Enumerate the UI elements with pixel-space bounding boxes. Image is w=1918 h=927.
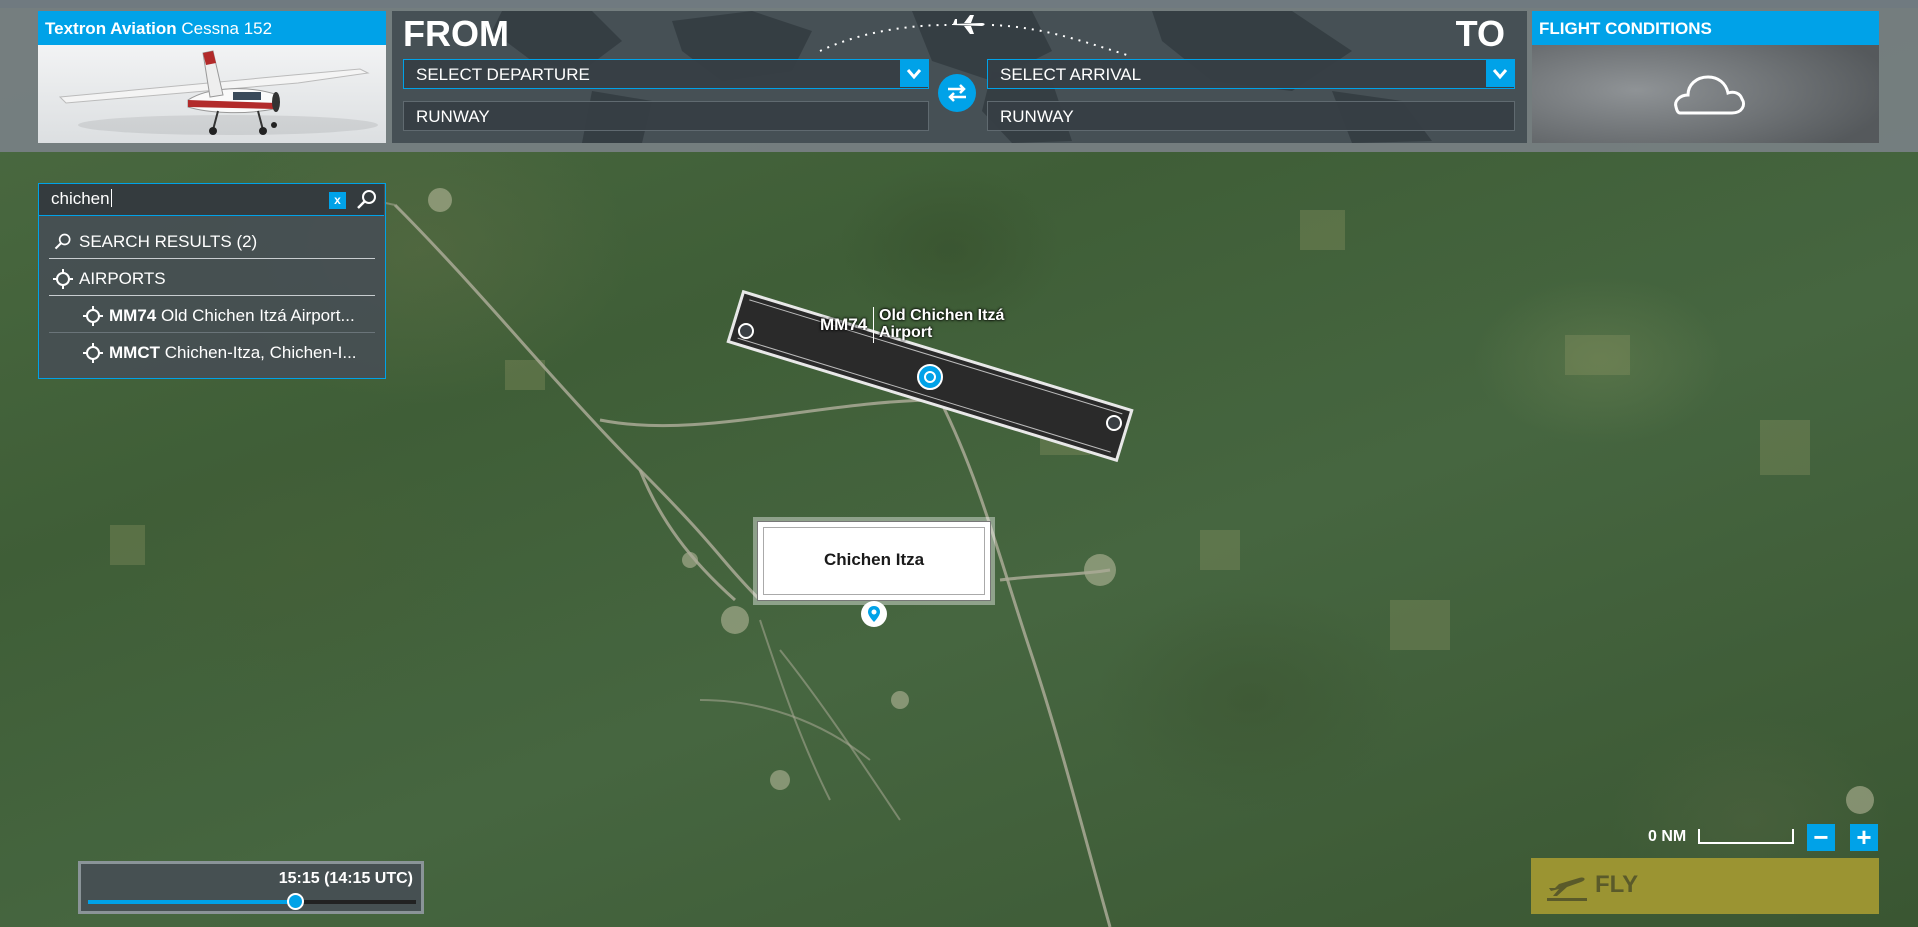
departure-select-label: SELECT DEPARTURE [416, 65, 590, 84]
time-of-day-panel: 15:15 (14:15 UTC) [78, 861, 424, 914]
location-pin-icon[interactable] [861, 601, 887, 627]
aircraft-image [38, 45, 386, 143]
flight-conditions-title: FLIGHT CONDITIONS [1532, 11, 1879, 45]
search-icon[interactable] [355, 188, 379, 212]
aircraft-title: Textron Aviation Cessna 152 [38, 11, 386, 45]
departure-runway-select[interactable]: RUNWAY [403, 101, 929, 131]
crosshair-icon [83, 306, 103, 326]
runway-end-marker [1106, 415, 1122, 431]
departure-runway-label: RUNWAY [416, 107, 490, 126]
airport-name: Chichen-Itza, Chichen-I... [164, 343, 357, 362]
to-label: TO [1455, 13, 1505, 54]
flight-conditions-card[interactable]: FLIGHT CONDITIONS [1532, 11, 1879, 143]
map-scale-label: 0 NM [1648, 828, 1687, 845]
time-slider-handle[interactable] [286, 893, 304, 910]
arrival-runway-label: RUNWAY [1000, 107, 1074, 126]
top-bar: Textron Aviation Cessna 152 FROM TO SELE… [0, 0, 1918, 152]
fly-button[interactable]: FLY [1531, 858, 1879, 914]
search-result-item[interactable]: MM74 Old Chichen Itzá Airport... [49, 297, 375, 333]
search-results-header: SEARCH RESULTS (2) [49, 223, 375, 259]
airports-category-label: AIRPORTS [79, 269, 166, 288]
airport-code: MMCT [109, 343, 160, 362]
time-readout: 15:15 (14:15 UTC) [278, 870, 413, 887]
swap-route-button[interactable] [938, 74, 976, 112]
runway-name-line1: Old Chichen Itzá [879, 307, 1005, 324]
search-result-item[interactable]: MMCT Chichen-Itza, Chichen-I... [49, 334, 375, 370]
search-icon [53, 232, 73, 252]
search-result-text: MMCT Chichen-Itza, Chichen-I... [109, 343, 369, 363]
time-slider[interactable] [88, 893, 416, 910]
zoom-out-button[interactable]: − [1807, 824, 1835, 851]
search-input[interactable]: chichen [51, 189, 112, 209]
clear-search-button[interactable]: x [329, 192, 346, 209]
aircraft-model: Cessna 152 [181, 19, 273, 38]
zoom-in-button[interactable]: + [1850, 824, 1878, 851]
from-label: FROM [403, 13, 509, 54]
search-panel: chichen x SEARCH RESULTS (2) AIRPORTS MM… [38, 183, 386, 379]
route-panel: FROM TO SELECT DEPARTURE RUNWAY SELECT A… [392, 11, 1527, 143]
chevron-down-icon[interactable] [900, 60, 928, 87]
aircraft-maker: Textron Aviation [45, 19, 177, 38]
arrival-select-label: SELECT ARRIVAL [1000, 65, 1142, 84]
top-stripe [0, 0, 1918, 8]
runway-code: MM74 [820, 315, 868, 334]
runway-end-marker [738, 323, 754, 339]
arrival-runway-select[interactable]: RUNWAY [987, 101, 1515, 131]
crosshair-icon [83, 343, 103, 363]
cloud-icon [1674, 75, 1746, 115]
departure-select[interactable]: SELECT DEPARTURE [403, 59, 929, 89]
time-slider-fill [88, 900, 295, 904]
runway-label-divider [873, 307, 874, 343]
crosshair-icon [53, 269, 73, 289]
search-field[interactable]: chichen x [39, 184, 384, 216]
fly-label: FLY [1595, 871, 1639, 898]
airports-category[interactable]: AIRPORTS [49, 260, 375, 296]
search-results-count: SEARCH RESULTS (2) [79, 232, 258, 251]
runway-name-line2: Airport [879, 324, 933, 341]
map-scale-bar [1698, 829, 1794, 844]
airport-name: Old Chichen Itzá Airport... [160, 306, 355, 325]
airport-code: MM74 [109, 306, 157, 325]
search-result-text: MM74 Old Chichen Itzá Airport... [109, 306, 369, 326]
aircraft-card[interactable]: Textron Aviation Cessna 152 [38, 11, 386, 143]
poi-card[interactable]: Chichen Itza [757, 521, 991, 601]
arrival-select[interactable]: SELECT ARRIVAL [987, 59, 1515, 89]
takeoff-icon [1547, 877, 1587, 901]
chevron-down-icon[interactable] [1486, 60, 1514, 87]
swap-arrows-icon [948, 84, 966, 102]
runway-name: Old Chichen Itzá Airport [879, 307, 1019, 341]
poi-label: Chichen Itza [823, 550, 925, 569]
airport-target-icon [917, 364, 943, 390]
